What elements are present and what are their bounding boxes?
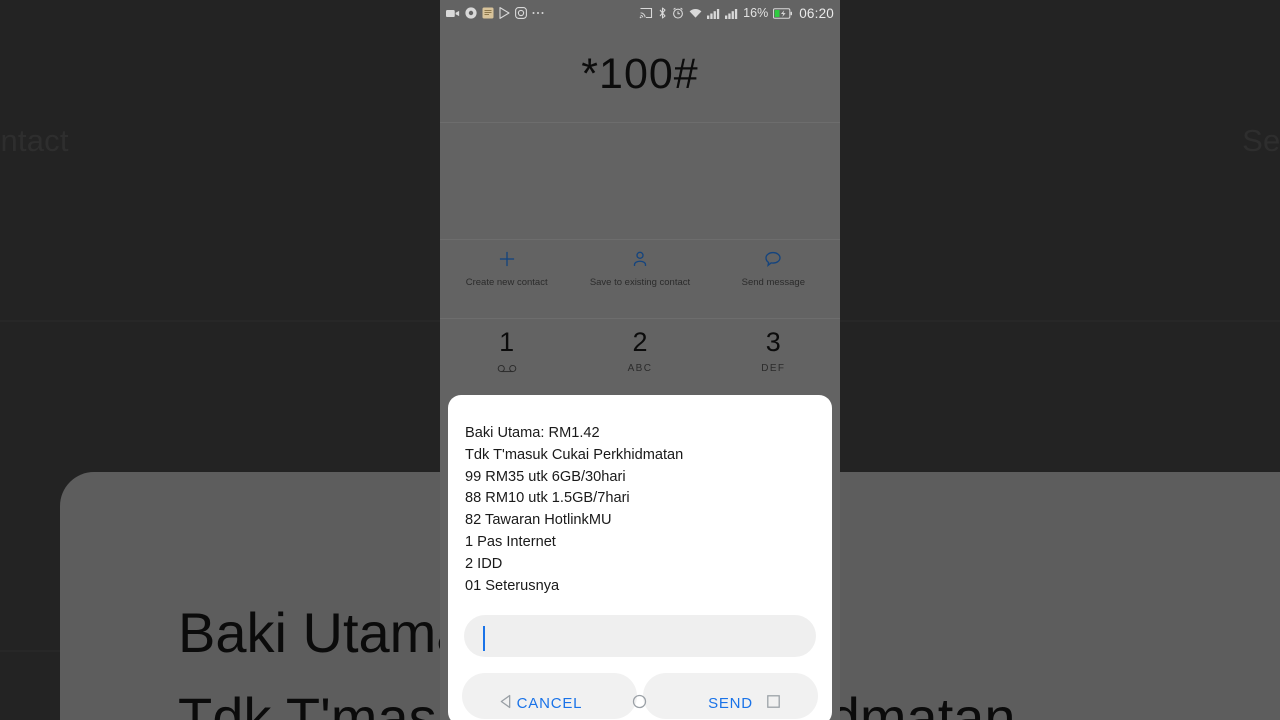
message-bubble-icon [763,248,783,270]
backdrop-action-create-contact: Create new contact [0,0,287,159]
chrome-icon [465,7,477,19]
ussd-message-line: 01 Seterusnya [465,577,560,594]
status-bar-left-icons [446,7,544,19]
ussd-message-line: Baki Utama: RM1.42 [465,425,600,441]
ussd-message-line: 1 Pas Internet [465,533,556,550]
video-camera-icon [446,8,460,19]
save-to-existing-contact-label: Save to existing contact [589,277,691,288]
dialpad-key-1-number: 1 [499,327,515,357]
phone-screenshot: Create new contact Save to existing cont… [0,0,1280,720]
dialed-number: *100# [581,49,699,98]
plus-icon [497,248,517,270]
ussd-dialog-buttons: CANCEL SEND [448,657,832,720]
battery-charging-icon [773,7,793,19]
battery-percent-label: 16% [743,6,769,20]
dialed-number-area[interactable]: *100# [440,26,840,122]
save-to-existing-contact-button[interactable]: Save to existing contact [573,248,706,288]
ussd-message-line: 2 IDD [465,555,503,572]
instagram-icon [515,7,527,19]
status-bar: 16% 06:20 [440,0,840,26]
backdrop-action-label: Create new contact [0,123,69,158]
dialpad-key-2-letters: ABC [627,362,653,374]
note-icon [482,7,494,19]
ussd-message-line: 88 RM10 utk 1.5GB/7hari [465,490,630,507]
empty-contact-area [440,123,840,239]
ussd-input-wrapper [448,597,832,658]
send-message-label: Send message [741,277,805,288]
dialpad-key-3-letters: DEF [761,362,786,374]
status-bar-right-icons: 16% 06:20 [639,6,834,21]
ussd-message-line: 99 RM35 utk 6GB/30hari [465,468,626,485]
dialpad-key-2-number: 2 [632,327,648,357]
message-bubble-icon [993,0,1280,105]
backdrop-action-label: Send message [1242,123,1280,158]
more-icon [532,10,544,16]
dialpad-key-3-number: 3 [765,327,781,357]
signal-sim1-icon [707,8,720,19]
play-store-icon [499,7,510,19]
ussd-dialog: Baki Utama: RM1.42 Tdk T'masuk Cukai Per… [448,395,832,720]
ussd-message-line: 82 Tawaran HotlinkMU [465,512,612,529]
ussd-reply-input[interactable] [464,615,816,658]
bluetooth-icon [658,7,667,19]
ussd-message-line: Tdk T'masuk Cukai Perkhidmatan [465,446,684,463]
voicemail-icon [496,362,518,374]
contact-action-row: Create new contact Save to existing cont… [440,240,840,318]
status-bar-clock: 06:20 [799,5,834,21]
backdrop-action-send-message: Send message [993,0,1280,159]
send-button[interactable]: SEND [643,673,818,720]
dialpad-key-1[interactable]: 1 [440,329,573,391]
dialpad-row-1: 1 2 ABC 3 DEF [440,319,840,391]
signal-sim2-icon [725,8,738,19]
create-new-contact-label: Create new contact [465,277,548,288]
create-new-contact-button[interactable]: Create new contact [440,248,573,288]
cast-icon [639,7,653,19]
alarm-icon [672,7,684,19]
dialpad-key-3[interactable]: 3 DEF [707,329,840,391]
dialpad-key-2[interactable]: 2 ABC [573,329,706,391]
cancel-button[interactable]: CANCEL [462,673,637,720]
text-cursor [483,626,485,651]
plus-icon [0,0,287,105]
person-icon [630,248,650,270]
ussd-message: Baki Utama: RM1.42 Tdk T'masuk Cukai Per… [448,395,832,597]
send-message-button[interactable]: Send message [707,248,840,288]
wifi-icon [689,8,702,19]
